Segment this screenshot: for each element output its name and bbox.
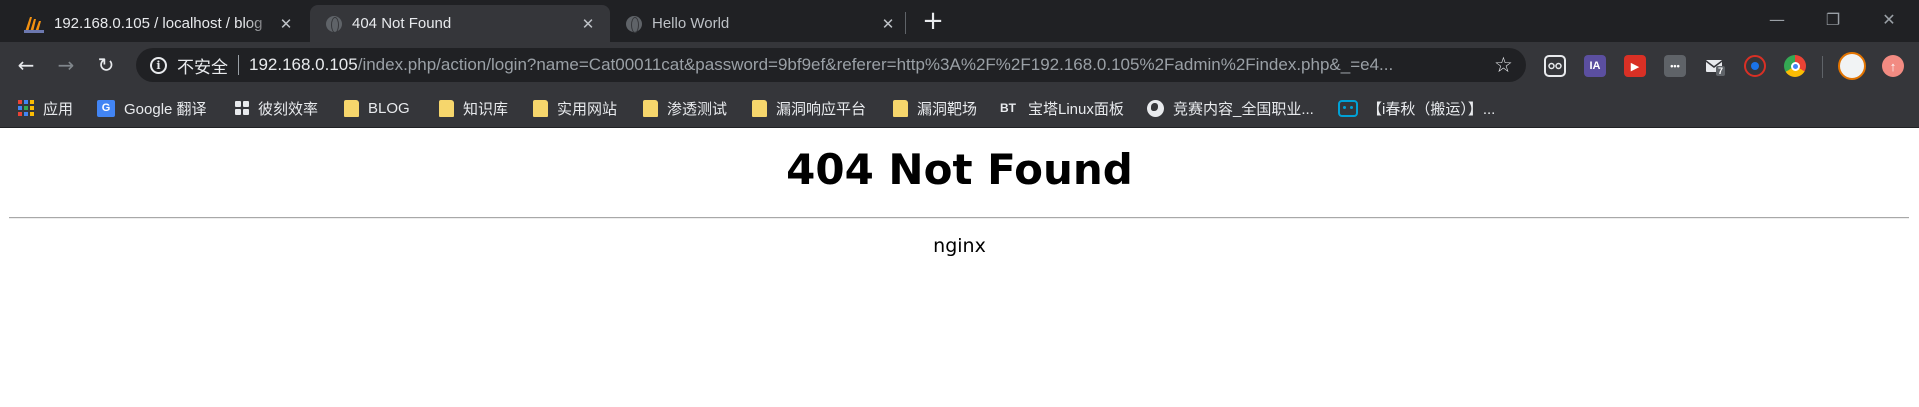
url-host[interactable]: 192.168.0.105 (249, 55, 358, 75)
bookmark-folder-knowledge[interactable]: 知识库 (439, 97, 508, 119)
folder-icon (643, 99, 658, 117)
browser-toolbar: ← → ↻ i 不安全 192.168.0.105/index.php/acti… (0, 42, 1919, 88)
tab-title: 192.168.0.105 / localhost / blog (54, 15, 263, 32)
bookmarks-bar: 应用 G Google 翻译 彼刻效率 BLOG 知识库 实用网站 渗透测试 漏… (0, 88, 1919, 128)
tab-title: Hello World (652, 15, 730, 32)
bookmark-apps[interactable]: 应用 (18, 97, 73, 119)
folder-icon (893, 99, 908, 117)
bookmark-label: 知识库 (463, 100, 509, 118)
close-tab-icon[interactable]: ✕ (878, 14, 898, 34)
folder-icon (439, 99, 454, 117)
bookmark-ichunqiu[interactable]: 【i春秋（搬运）】... (1338, 97, 1495, 119)
close-window-icon[interactable]: ✕ (1869, 6, 1909, 32)
bookmark-label: Google 翻译 (124, 100, 207, 118)
bookmark-bike-efficiency[interactable]: 彼刻效率 (235, 97, 318, 119)
bookmark-competition[interactable]: 竞赛内容_全国职业... (1147, 97, 1314, 119)
bookmark-label: 应用 (43, 100, 74, 118)
extension-more-icon[interactable]: ••• (1664, 55, 1686, 77)
extension-more-label: ••• (1670, 61, 1680, 71)
folder-icon (344, 99, 359, 117)
profile-avatar[interactable] (1838, 52, 1866, 80)
grid-app-icon (235, 101, 249, 115)
bilibili-icon (1338, 99, 1358, 117)
bookmark-folder-vuln-range[interactable]: 漏洞靶场 (893, 97, 977, 119)
security-status[interactable]: 不安全 (177, 53, 228, 78)
tab-phpmyadmin[interactable]: 192.168.0.105 / localhost / blog ✕ (8, 5, 308, 42)
mail-badge: 7 (1716, 66, 1726, 76)
bookmark-label: 渗透测试 (667, 100, 728, 118)
folder-icon (752, 99, 767, 117)
folder-icon (533, 99, 548, 117)
bookmark-bt-panel[interactable]: BT 宝塔Linux面板 (997, 97, 1124, 119)
globe-favicon-icon (626, 15, 642, 33)
bt-panel-icon: BT (1000, 101, 1016, 115)
phpmyadmin-favicon-icon (24, 15, 44, 33)
bookmark-folder-vuln-platforms[interactable]: 漏洞响应平台 (752, 97, 866, 119)
bookmark-label: 实用网站 (557, 100, 618, 118)
globe-icon (1147, 99, 1164, 117)
extension-block-icon[interactable] (1744, 55, 1766, 77)
close-tab-icon[interactable]: ✕ (276, 14, 296, 34)
bookmark-label: 漏洞响应平台 (776, 100, 867, 118)
bookmark-label: 宝塔Linux面板 (1028, 100, 1124, 118)
divider (9, 217, 1909, 219)
bookmark-label: 漏洞靶场 (917, 100, 978, 118)
minimize-icon[interactable]: — (1757, 6, 1797, 32)
url-path[interactable]: /index.php/action/login?name=Cat00011cat… (358, 55, 1393, 75)
reload-icon[interactable]: ↻ (91, 50, 121, 80)
bookmark-label: 【i春秋（搬运）】... (1367, 100, 1496, 118)
address-bar[interactable]: i 不安全 192.168.0.105/index.php/action/log… (136, 48, 1526, 82)
globe-favicon-icon (326, 15, 342, 33)
bookmark-folder-useful-sites[interactable]: 实用网站 (533, 97, 617, 119)
restore-icon[interactable]: ❐ (1813, 6, 1853, 32)
info-icon[interactable]: i (150, 56, 167, 74)
extension-forward-icon[interactable]: ▶ (1624, 55, 1646, 77)
google-translate-icon: G (97, 99, 115, 117)
extension-ia-icon[interactable]: IA (1584, 55, 1606, 77)
server-name: nginx (933, 235, 986, 257)
new-tab-icon[interactable]: + (918, 8, 948, 35)
update-icon[interactable]: ↑ (1882, 55, 1904, 77)
tab-strip: 192.168.0.105 / localhost / blog ✕ 404 N… (0, 0, 1919, 42)
toolbar-divider (1822, 56, 1823, 78)
extension-chrome-icon[interactable] (1784, 55, 1806, 77)
page-content: 404 Not Found nginx (0, 129, 1919, 407)
forward-icon[interactable]: → (51, 50, 81, 80)
bookmark-folder-blog[interactable]: BLOG (344, 97, 410, 119)
tab-title: 404 Not Found (352, 15, 452, 32)
bookmark-label: 竞赛内容_全国职业... (1173, 100, 1314, 118)
page-title: 404 Not Found (786, 145, 1133, 194)
bookmark-label: 彼刻效率 (258, 100, 319, 118)
bookmark-folder-pentest[interactable]: 渗透测试 (643, 97, 727, 119)
tab-404-not-found[interactable]: 404 Not Found ✕ (310, 5, 610, 42)
extension-ia-label: IA (1589, 60, 1601, 72)
bookmark-google-translate[interactable]: G Google 翻译 (97, 97, 207, 119)
tab-hello-world[interactable]: Hello World ✕ (610, 5, 910, 42)
omnibox-divider (238, 55, 239, 75)
bookmark-label: BLOG (368, 99, 410, 117)
apps-grid-icon (18, 100, 34, 116)
back-icon[interactable]: ← (11, 50, 41, 80)
extension-glasses-icon[interactable] (1544, 55, 1566, 77)
tab-separator (905, 12, 906, 34)
bookmark-star-icon[interactable]: ☆ (1494, 52, 1513, 78)
close-tab-icon[interactable]: ✕ (578, 14, 598, 34)
extension-mail-icon[interactable]: 7 (1704, 55, 1726, 77)
